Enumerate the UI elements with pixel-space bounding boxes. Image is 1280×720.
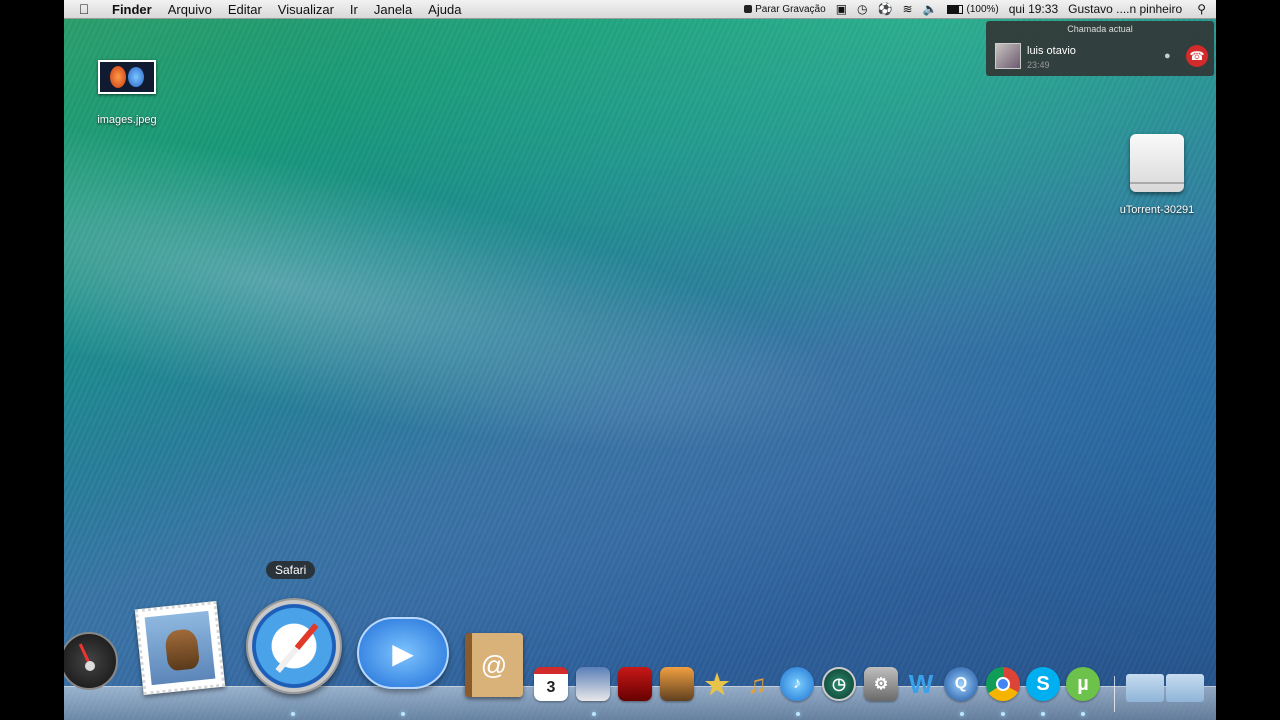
running-indicator — [291, 712, 295, 716]
running-indicator — [1041, 712, 1045, 716]
current-call-panel: Chamada actual luis otavio 23:49 ● ☎ — [986, 21, 1214, 76]
chrome-center-icon — [996, 677, 1010, 691]
safari-compass-icon — [246, 598, 342, 694]
dock-quicktime[interactable]: Q — [944, 667, 978, 701]
menu-ir[interactable]: Ir — [342, 2, 366, 17]
dock-system-preferences[interactable]: ⚙ — [864, 667, 898, 701]
dock-applications-folder[interactable] — [1126, 674, 1164, 702]
dock-facetime[interactable]: ▶ — [356, 612, 450, 694]
hangup-button[interactable]: ☎ — [1186, 45, 1208, 67]
curtain-icon — [618, 667, 652, 701]
bluetooth-icon[interactable]: ⚽ — [873, 2, 898, 16]
menu-finder[interactable]: Finder — [104, 2, 160, 17]
desktop-icon-utorrent-drive[interactable]: uTorrent-30291 — [1108, 134, 1206, 216]
folder-icon — [1126, 674, 1164, 702]
dock-utorrent[interactable]: µ — [1066, 667, 1100, 701]
stop-recording-label: Parar Gravação — [755, 3, 826, 15]
running-indicator — [1001, 712, 1005, 716]
dock-iphoto[interactable] — [660, 667, 694, 701]
volume-icon[interactable]: 🔈 — [918, 2, 943, 16]
caller-name: luis otavio — [1027, 45, 1076, 57]
dock-tooltip: Safari — [266, 561, 316, 579]
running-indicator — [401, 712, 405, 716]
dock-chrome[interactable] — [986, 667, 1020, 701]
iphoto-icon — [660, 667, 694, 701]
clock-icon[interactable]: ◷ — [852, 2, 872, 16]
folder-icon — [1166, 674, 1204, 702]
gear-icon: ⚙ — [864, 667, 898, 701]
running-indicator — [796, 712, 800, 716]
desktop-icon-images[interactable]: images.jpeg — [92, 60, 162, 126]
drive-icon — [1130, 134, 1184, 192]
itunes-note-icon: ♪ — [780, 667, 814, 701]
image-file-icon — [98, 60, 156, 94]
mic-icon[interactable]: ● — [1164, 50, 1171, 62]
stop-recording-item[interactable]: Parar Gravação — [739, 4, 831, 15]
wifi-icon[interactable]: ≋ — [897, 2, 917, 16]
menu-arquivo[interactable]: Arquivo — [160, 2, 220, 17]
wallpaper-texture — [64, 0, 1216, 720]
contacts-book-icon: @ — [465, 633, 523, 697]
desktop-icon-label: uTorrent-30291 — [1119, 204, 1195, 216]
desktop-icon-label: images.jpeg — [97, 114, 157, 126]
time-machine-icon: ◷ — [822, 667, 856, 701]
stop-icon — [744, 5, 753, 13]
skype-icon: S — [1026, 667, 1060, 701]
skype-status-icon[interactable]: ▣ — [831, 2, 852, 16]
guitar-icon: ♫ — [747, 668, 767, 699]
calendar-icon: 3 — [534, 667, 568, 701]
dock-documents-folder[interactable] — [1166, 674, 1204, 702]
running-indicator — [1081, 712, 1085, 716]
photo-stack-icon — [576, 667, 610, 701]
call-duration: 23:49 — [1027, 60, 1050, 70]
dock-skype[interactable]: S — [1026, 667, 1060, 701]
dashboard-icon — [64, 632, 118, 690]
battery-percent: (100%) — [966, 3, 999, 15]
quicktime-icon: Q — [944, 667, 978, 701]
spotlight-icon[interactable]: ⚲ — [1187, 2, 1216, 16]
dock-separator — [1114, 676, 1115, 712]
dock-contacts[interactable]: @ — [462, 632, 526, 698]
dock-mail[interactable] — [134, 600, 226, 696]
chrome-icon — [986, 667, 1020, 701]
dock-dashboard[interactable] — [64, 630, 120, 692]
running-indicator — [960, 712, 964, 716]
menu-visualizar[interactable]: Visualizar — [270, 2, 342, 17]
user-name[interactable]: Gustavo ....n pinheiro — [1063, 2, 1187, 16]
dock-safari[interactable] — [244, 596, 344, 696]
menu-editar[interactable]: Editar — [220, 2, 270, 17]
desktop-screen:  Finder Arquivo Editar Visualizar Ir Ja… — [64, 0, 1216, 720]
mail-stamp-icon — [134, 600, 226, 696]
apple-icon[interactable]:  — [64, 1, 104, 17]
status-area: Parar Gravação ▣ ◷ ⚽ ≋ 🔈 (100%) qui 19:3… — [739, 0, 1216, 19]
menu-janela[interactable]: Janela — [366, 2, 420, 17]
menu-ajuda[interactable]: Ajuda — [420, 2, 469, 17]
star-icon: ★ — [704, 668, 730, 700]
clock-text[interactable]: qui 19:33 — [1004, 2, 1063, 16]
utorrent-icon: µ — [1066, 667, 1100, 701]
dock-imovie[interactable]: ★ — [700, 667, 734, 701]
dock-photo-booth-red[interactable] — [618, 667, 652, 701]
dock-itunes[interactable]: ♪ — [780, 667, 814, 701]
running-indicator — [592, 712, 596, 716]
caller-avatar — [995, 43, 1021, 69]
dock-calendar[interactable]: 3 — [534, 667, 568, 701]
dock-time-machine[interactable]: ◷ — [822, 667, 856, 701]
battery-icon — [947, 4, 964, 14]
dock-wiki-app[interactable]: W — [904, 667, 938, 701]
call-header: Chamada actual — [1067, 24, 1133, 34]
dock-photo-booth[interactable] — [576, 667, 610, 701]
battery-item[interactable]: (100%) — [942, 4, 1003, 15]
facetime-camera-icon: ▶ — [357, 617, 449, 689]
dock-garageband[interactable]: ♫ — [740, 667, 774, 701]
menu-bar:  Finder Arquivo Editar Visualizar Ir Ja… — [64, 0, 1216, 19]
w-letter-icon: W — [908, 668, 934, 699]
